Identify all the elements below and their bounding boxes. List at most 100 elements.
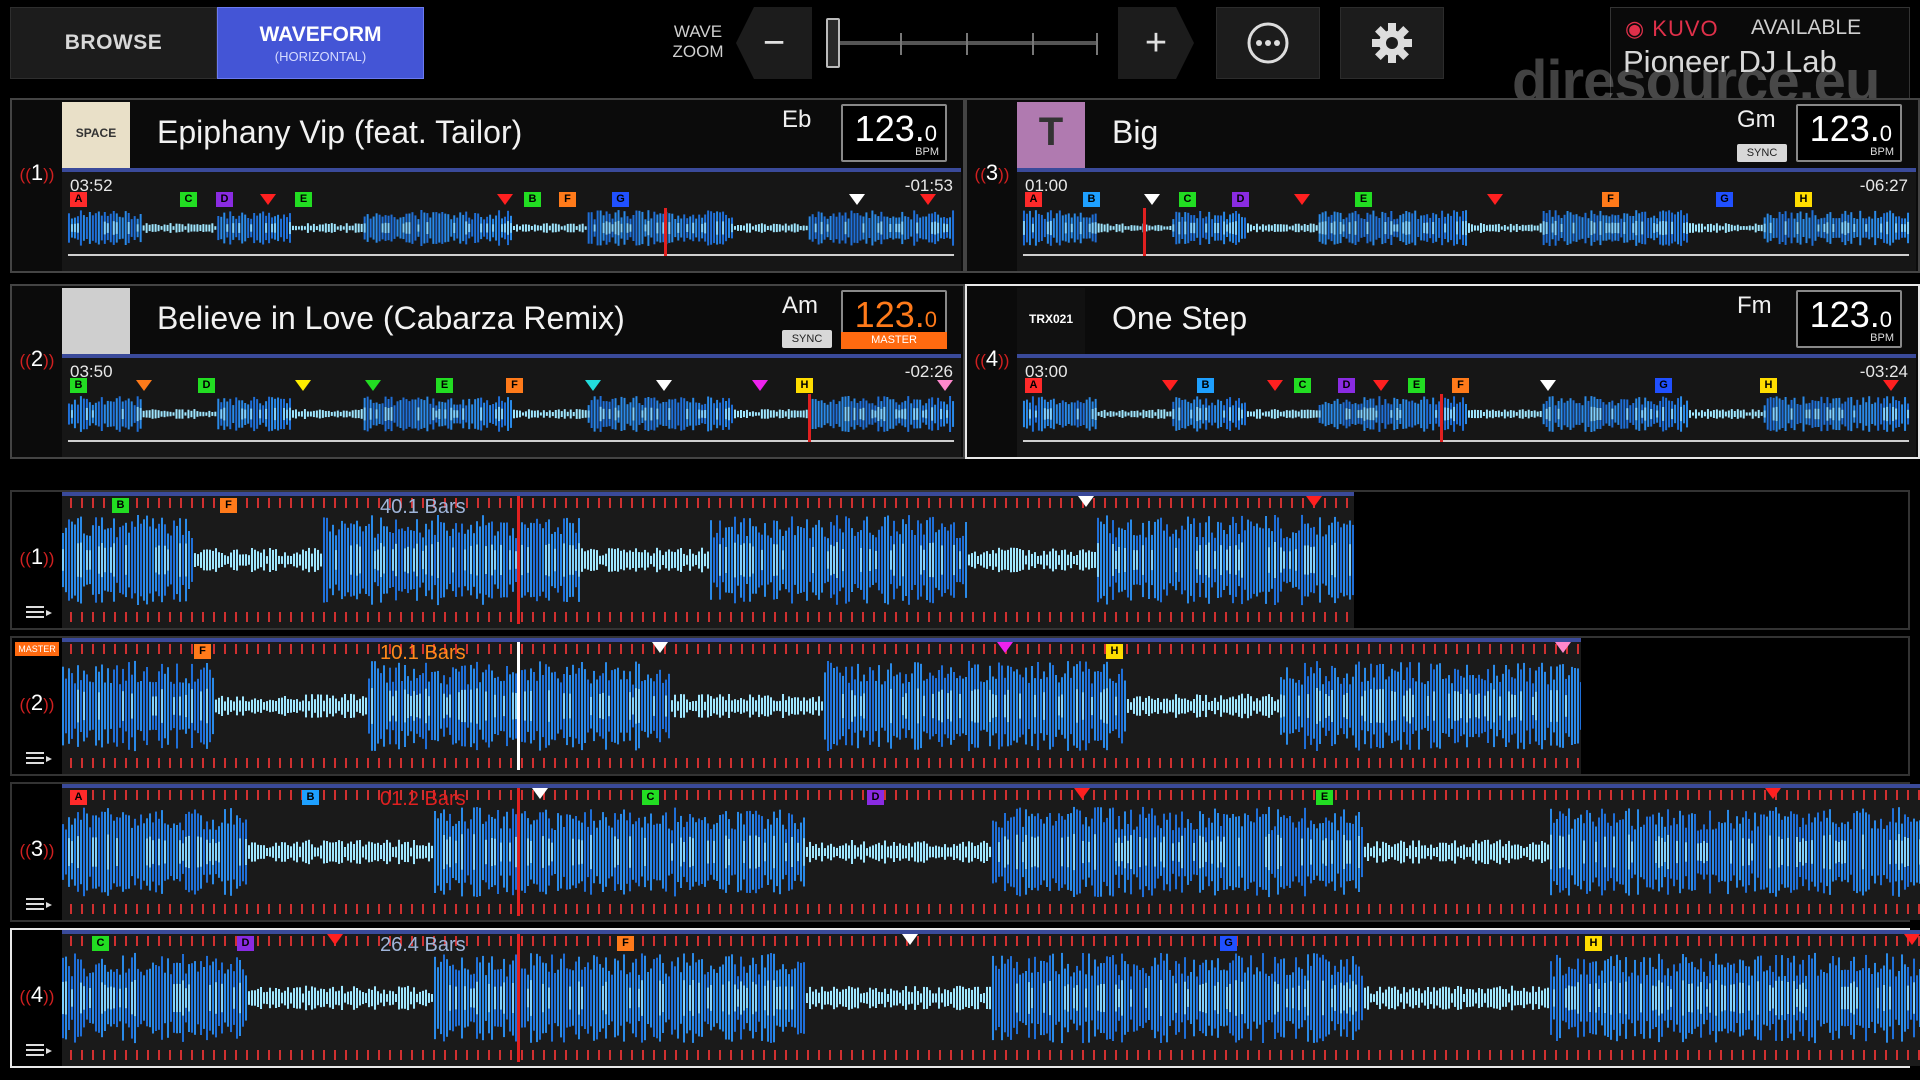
hot-cue-e[interactable]: E bbox=[1355, 192, 1372, 207]
hot-cue-a[interactable]: A bbox=[1025, 192, 1042, 207]
scrolling-waveform[interactable]: 10.1 Bars F H bbox=[62, 638, 1581, 774]
hot-cue-d[interactable]: D bbox=[216, 192, 233, 207]
hot-cue-f[interactable]: F bbox=[506, 378, 523, 393]
menu-icon[interactable] bbox=[26, 1044, 52, 1058]
memory-cue-marker[interactable] bbox=[1074, 788, 1090, 799]
sync-button[interactable]: SYNC bbox=[1737, 144, 1787, 162]
memory-cue-marker[interactable] bbox=[1540, 380, 1556, 391]
memory-cue-marker[interactable] bbox=[1267, 380, 1283, 391]
memory-cue-marker[interactable] bbox=[997, 642, 1013, 653]
memory-cue-marker[interactable] bbox=[327, 934, 343, 945]
menu-icon[interactable] bbox=[26, 606, 52, 620]
more-options-button[interactable] bbox=[1216, 7, 1320, 79]
waveform-lane-3[interactable]: ((3)) 01.2 Bars A B C D E bbox=[10, 782, 1920, 922]
scrolling-waveform[interactable]: 01.2 Bars A B C D E bbox=[62, 784, 1920, 920]
hot-cue-c[interactable]: C bbox=[180, 192, 197, 207]
hot-cue-d[interactable]: D bbox=[1232, 192, 1249, 207]
hot-cue-a[interactable]: A bbox=[1025, 378, 1042, 393]
hot-cue-c[interactable]: C bbox=[92, 936, 109, 951]
hot-cue-h[interactable]: H bbox=[1106, 644, 1123, 659]
hot-cue-d[interactable]: D bbox=[867, 790, 884, 805]
hot-cue-g[interactable]: G bbox=[1716, 192, 1733, 207]
hot-cue-e[interactable]: E bbox=[1316, 790, 1333, 805]
overview-waveform[interactable]: 01:00 -06:27 ABCDEFGH bbox=[1017, 168, 1916, 271]
wave-zoom-slider[interactable] bbox=[828, 41, 1098, 45]
hot-cue-f[interactable]: F bbox=[194, 644, 211, 659]
hot-cue-b[interactable]: B bbox=[1083, 192, 1100, 207]
waveform-lane-1[interactable]: ((1)) 40.1 Bars B F bbox=[10, 490, 1910, 630]
waveform-lane-4[interactable]: ((4)) 26.4 Bars C D F G H bbox=[10, 928, 1920, 1068]
overview-waveform[interactable]: 03:00 -03:24 ABCDEFGH bbox=[1017, 354, 1916, 457]
memory-cue-marker[interactable] bbox=[136, 380, 152, 391]
hot-cue-b[interactable]: B bbox=[524, 192, 541, 207]
memory-cue-marker[interactable] bbox=[1078, 496, 1094, 507]
memory-cue-marker[interactable] bbox=[1487, 194, 1503, 205]
memory-cue-marker[interactable] bbox=[532, 788, 548, 799]
memory-cue-marker[interactable] bbox=[849, 194, 865, 205]
scrolling-waveform[interactable]: 26.4 Bars C D F G H bbox=[62, 930, 1920, 1066]
hot-cue-a[interactable]: A bbox=[70, 192, 87, 207]
memory-cue-marker[interactable] bbox=[1373, 380, 1389, 391]
memory-cue-marker[interactable] bbox=[937, 380, 953, 391]
deck-panel-3[interactable]: ((3)) T Big Gm 123.0 BPM SYNC 01:00 -06:… bbox=[965, 98, 1920, 273]
zoom-out-button[interactable]: − bbox=[736, 7, 812, 79]
hot-cue-h[interactable]: H bbox=[1760, 378, 1777, 393]
hot-cue-f[interactable]: F bbox=[617, 936, 634, 951]
tab-waveform[interactable]: WAVEFORM (HORIZONTAL) bbox=[217, 7, 424, 79]
hot-cue-f[interactable]: F bbox=[220, 498, 237, 513]
memory-cue-marker[interactable] bbox=[585, 380, 601, 391]
sync-button[interactable]: SYNC bbox=[782, 330, 832, 348]
hot-cue-c[interactable]: C bbox=[642, 790, 659, 805]
memory-cue-marker[interactable] bbox=[1306, 496, 1322, 507]
memory-cue-marker[interactable] bbox=[920, 194, 936, 205]
memory-cue-marker[interactable] bbox=[1883, 380, 1899, 391]
memory-cue-marker[interactable] bbox=[656, 380, 672, 391]
overview-waveform[interactable]: 03:50 -02:26 BDEFH bbox=[62, 354, 961, 457]
tab-browse[interactable]: BROWSE bbox=[10, 7, 217, 79]
deck-panel-1[interactable]: ((1)) SPACE Epiphany Vip (feat. Tailor) … bbox=[10, 98, 965, 273]
memory-cue-marker[interactable] bbox=[1294, 194, 1310, 205]
hot-cue-b[interactable]: B bbox=[70, 378, 87, 393]
memory-cue-marker[interactable] bbox=[1144, 194, 1160, 205]
memory-cue-marker[interactable] bbox=[652, 642, 668, 653]
memory-cue-marker[interactable] bbox=[295, 380, 311, 391]
hot-cue-a[interactable]: A bbox=[70, 790, 87, 805]
memory-cue-marker[interactable] bbox=[260, 194, 276, 205]
hot-cue-c[interactable]: C bbox=[1294, 378, 1311, 393]
memory-cue-marker[interactable] bbox=[497, 194, 513, 205]
memory-cue-marker[interactable] bbox=[365, 380, 381, 391]
memory-cue-marker[interactable] bbox=[1555, 642, 1571, 653]
hot-cue-d[interactable]: D bbox=[1338, 378, 1355, 393]
hot-cue-g[interactable]: G bbox=[1655, 378, 1672, 393]
hot-cue-f[interactable]: F bbox=[1452, 378, 1469, 393]
deck-panel-4[interactable]: ((4)) TRX021 One Step Fm 123.0 BPM 03:00… bbox=[965, 284, 1920, 459]
hot-cue-f[interactable]: F bbox=[559, 192, 576, 207]
memory-cue-marker[interactable] bbox=[1904, 934, 1920, 945]
hot-cue-b[interactable]: B bbox=[302, 790, 319, 805]
scrolling-waveform[interactable]: 40.1 Bars B F bbox=[62, 492, 1354, 628]
memory-cue-marker[interactable] bbox=[1162, 380, 1178, 391]
hot-cue-e[interactable]: E bbox=[436, 378, 453, 393]
hot-cue-b[interactable]: B bbox=[112, 498, 129, 513]
memory-cue-marker[interactable] bbox=[1765, 788, 1781, 799]
menu-icon[interactable] bbox=[26, 752, 52, 766]
hot-cue-d[interactable]: D bbox=[237, 936, 254, 951]
waveform-lane-2[interactable]: MASTER ((2)) 10.1 Bars F H bbox=[10, 636, 1910, 776]
hot-cue-g[interactable]: G bbox=[1220, 936, 1237, 951]
deck-panel-2[interactable]: ((2)) Believe in Love (Cabarza Remix) Am… bbox=[10, 284, 965, 459]
zoom-in-button[interactable]: + bbox=[1118, 7, 1194, 79]
hot-cue-f[interactable]: F bbox=[1602, 192, 1619, 207]
hot-cue-g[interactable]: G bbox=[612, 192, 629, 207]
memory-cue-marker[interactable] bbox=[902, 934, 918, 945]
settings-button[interactable] bbox=[1340, 7, 1444, 79]
hot-cue-e[interactable]: E bbox=[1408, 378, 1425, 393]
hot-cue-c[interactable]: C bbox=[1179, 192, 1196, 207]
wave-zoom-handle[interactable] bbox=[826, 18, 840, 68]
master-tag[interactable]: MASTER bbox=[841, 332, 947, 349]
hot-cue-e[interactable]: E bbox=[295, 192, 312, 207]
hot-cue-h[interactable]: H bbox=[1795, 192, 1812, 207]
memory-cue-marker[interactable] bbox=[752, 380, 768, 391]
overview-waveform[interactable]: 03:52 -01:53 ACDEBFG bbox=[62, 168, 961, 271]
hot-cue-h[interactable]: H bbox=[1585, 936, 1602, 951]
hot-cue-d[interactable]: D bbox=[198, 378, 215, 393]
